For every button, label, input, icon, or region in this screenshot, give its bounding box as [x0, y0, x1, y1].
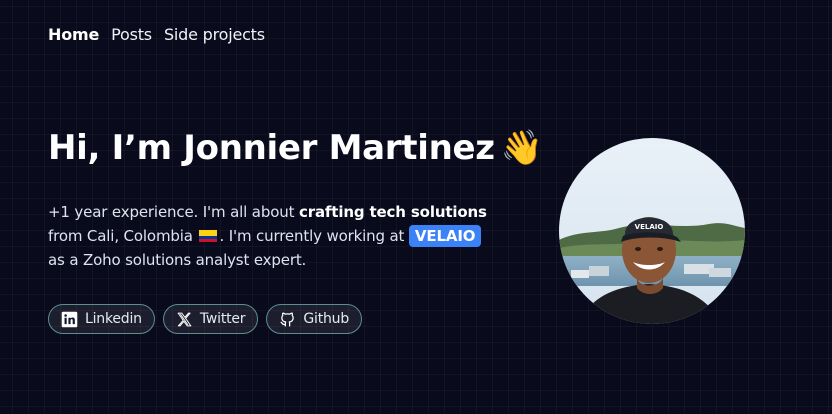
cap-logo-text: VELAIO	[635, 223, 664, 231]
hero-title: Hi, I’m Jonnier Martinez 👋	[48, 126, 543, 170]
twitter-button[interactable]: Twitter	[162, 304, 259, 334]
hero-bio: +1 year experience. I'm all about crafti…	[48, 200, 488, 272]
bio-text-2: from Cali, Colombia	[48, 227, 198, 245]
bio-highlight: crafting tech solutions	[298, 203, 487, 221]
bio-text-3: . I'm currently working at	[219, 227, 409, 245]
nav-side-projects[interactable]: Side projects	[164, 25, 265, 45]
avatar: VELAIO	[559, 138, 745, 324]
bio-text-4: as a Zoho solutions analyst expert.	[48, 251, 307, 269]
company-badge: VELAIO	[408, 225, 482, 247]
bio-text-1: +1 year experience. I'm all about	[48, 203, 299, 221]
main-nav: Home Posts Side projects	[48, 25, 265, 45]
twitter-label: Twitter	[199, 311, 246, 327]
waving-hand-icon: 👋	[500, 128, 543, 168]
nav-posts[interactable]: Posts	[111, 25, 152, 45]
hero-title-text: Hi, I’m Jonnier Martinez	[48, 128, 495, 168]
x-twitter-icon	[176, 311, 193, 328]
colombia-flag-icon	[199, 230, 218, 242]
social-links: Linkedin Twitter Github	[48, 304, 363, 334]
linkedin-button[interactable]: Linkedin	[48, 304, 155, 334]
github-label: Github	[303, 311, 350, 327]
nav-home[interactable]: Home	[48, 25, 99, 45]
linkedin-label: Linkedin	[85, 311, 142, 327]
github-icon	[279, 311, 296, 328]
github-button[interactable]: Github	[266, 304, 363, 334]
linkedin-icon	[61, 311, 78, 328]
